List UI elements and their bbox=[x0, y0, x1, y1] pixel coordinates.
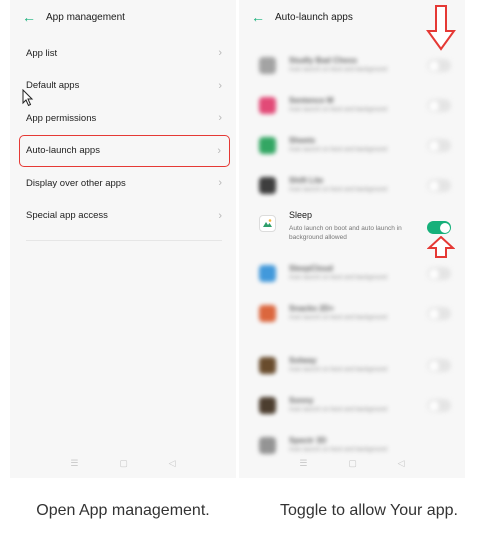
auto-launch-toggle[interactable] bbox=[427, 179, 451, 192]
app-icon bbox=[259, 57, 276, 74]
auto-launch-toggle[interactable] bbox=[427, 267, 451, 280]
app-desc: Auto launch on boot and background bbox=[289, 275, 388, 281]
menu-item-label: Default apps bbox=[26, 80, 80, 92]
app-icon bbox=[259, 265, 276, 282]
app-desc: Auto launch on boot and background bbox=[289, 315, 388, 321]
app-row: Snacks 2D+ Auto launch on boot and backg… bbox=[239, 293, 465, 345]
app-desc: Auto launch on boot and background bbox=[289, 367, 388, 373]
app-icon bbox=[259, 437, 276, 454]
menu-item-special-app-access[interactable]: Special app access › bbox=[10, 200, 236, 233]
back-triangle-icon[interactable]: ◁ bbox=[398, 458, 405, 468]
app-desc: Auto launch on boot and background bbox=[289, 107, 388, 113]
mouse-cursor-icon bbox=[22, 89, 34, 107]
arrow-down-annotation-icon bbox=[426, 5, 456, 51]
app-management-menu: App list › Default apps › App permission… bbox=[10, 37, 236, 232]
chevron-right-icon: › bbox=[218, 47, 222, 60]
menu-item-app-list[interactable]: App list › bbox=[10, 37, 236, 70]
app-row: Sentence M Auto launch on boot and backg… bbox=[239, 85, 465, 125]
app-name: Studly Bad Chess bbox=[289, 56, 358, 65]
app-name: Solway bbox=[289, 356, 317, 365]
app-row: Sonny Auto launch on boot and background bbox=[239, 385, 465, 425]
home-icon[interactable]: ▢ bbox=[119, 458, 128, 468]
arrow-up-annotation-icon bbox=[427, 236, 455, 258]
menu-item-app-permissions[interactable]: App permissions › bbox=[10, 102, 236, 135]
app-desc: Auto launch on boot and background bbox=[289, 407, 388, 413]
menu-item-auto-launch-apps[interactable]: Auto-launch apps › bbox=[19, 134, 230, 167]
system-navbar: ☰ ▢ ◁ bbox=[10, 454, 236, 472]
chevron-right-icon: › bbox=[217, 144, 221, 157]
menu-item-label: App permissions bbox=[26, 112, 97, 124]
auto-launch-toggle[interactable] bbox=[427, 59, 451, 72]
chevron-right-icon: › bbox=[218, 79, 222, 92]
app-desc: Auto launch on boot and background bbox=[289, 447, 388, 453]
auto-launch-toggle[interactable] bbox=[427, 399, 451, 412]
app-row: SleepCloud Auto launch on boot and backg… bbox=[239, 253, 465, 293]
app-desc: Auto launch on boot and background bbox=[289, 67, 388, 73]
back-triangle-icon[interactable]: ◁ bbox=[169, 458, 176, 468]
app-name: Snacks 2D+ bbox=[289, 304, 335, 313]
app-icon bbox=[259, 305, 276, 322]
step-caption: Toggle to allow Your app. bbox=[280, 502, 458, 519]
app-name: Shift Lite bbox=[289, 176, 324, 185]
app-icon bbox=[259, 177, 276, 194]
app-name: SleepCloud bbox=[289, 264, 334, 273]
auto-launch-toggle[interactable] bbox=[427, 99, 451, 112]
auto-launch-toggle[interactable] bbox=[427, 139, 451, 152]
auto-launch-toggle[interactable] bbox=[427, 359, 451, 372]
back-arrow-icon[interactable]: ← bbox=[22, 10, 36, 24]
menu-icon[interactable]: ☰ bbox=[70, 458, 78, 468]
chevron-right-icon: › bbox=[218, 112, 222, 125]
app-icon bbox=[259, 397, 276, 414]
app-list-above: Studly Bad Chess Auto launch on boot and… bbox=[239, 45, 465, 205]
app-desc: Auto launch on boot and background bbox=[289, 147, 388, 153]
app-desc: Auto launch on boot and auto launch in b… bbox=[289, 225, 402, 241]
chevron-right-icon: › bbox=[218, 209, 222, 222]
menu-item-label: Auto-launch apps bbox=[26, 145, 100, 157]
app-row: Solway Auto launch on boot and backgroun… bbox=[239, 345, 465, 385]
sleep-app-icon bbox=[259, 215, 276, 232]
menu-item-default-apps[interactable]: Default apps › bbox=[10, 70, 236, 103]
app-name: Sleep bbox=[289, 210, 313, 220]
app-desc: Auto launch on boot and background bbox=[289, 187, 388, 193]
app-row: Studly Bad Chess Auto launch on boot and… bbox=[239, 45, 465, 85]
app-row: Sheets Auto launch on boot and backgroun… bbox=[239, 125, 465, 165]
back-arrow-icon[interactable]: ← bbox=[251, 10, 265, 24]
app-name: Sheets bbox=[289, 136, 316, 145]
menu-icon[interactable]: ☰ bbox=[299, 458, 307, 468]
chevron-right-icon: › bbox=[218, 177, 222, 190]
system-navbar: ☰ ▢ ◁ bbox=[239, 454, 465, 472]
app-management-screen: ← App management App list › Default apps… bbox=[10, 0, 236, 478]
menu-item-label: Display over other apps bbox=[26, 177, 126, 189]
page-title: App management bbox=[46, 11, 125, 23]
step-caption: Open App management. bbox=[36, 502, 210, 519]
menu-item-display-over-other-apps[interactable]: Display over other apps › bbox=[10, 167, 236, 200]
menu-item-label: Special app access bbox=[26, 210, 108, 222]
app-icon bbox=[259, 357, 276, 374]
app-name: Sonny bbox=[289, 396, 314, 405]
home-icon[interactable]: ▢ bbox=[348, 458, 357, 468]
app-list-below: SleepCloud Auto launch on boot and backg… bbox=[239, 253, 465, 465]
app-row: Shift Lite Auto launch on boot and backg… bbox=[239, 165, 465, 205]
app-management-titlebar: ← App management bbox=[10, 6, 236, 28]
divider bbox=[26, 240, 222, 241]
menu-item-label: App list bbox=[26, 47, 58, 59]
sleep-auto-launch-toggle[interactable] bbox=[427, 221, 451, 234]
app-name: Spectr 3D bbox=[289, 436, 327, 445]
app-icon bbox=[259, 97, 276, 114]
app-icon bbox=[259, 137, 276, 154]
auto-launch-toggle[interactable] bbox=[427, 307, 451, 320]
app-name: Sentence M bbox=[289, 96, 334, 105]
page-title: Auto-launch apps bbox=[275, 11, 353, 23]
